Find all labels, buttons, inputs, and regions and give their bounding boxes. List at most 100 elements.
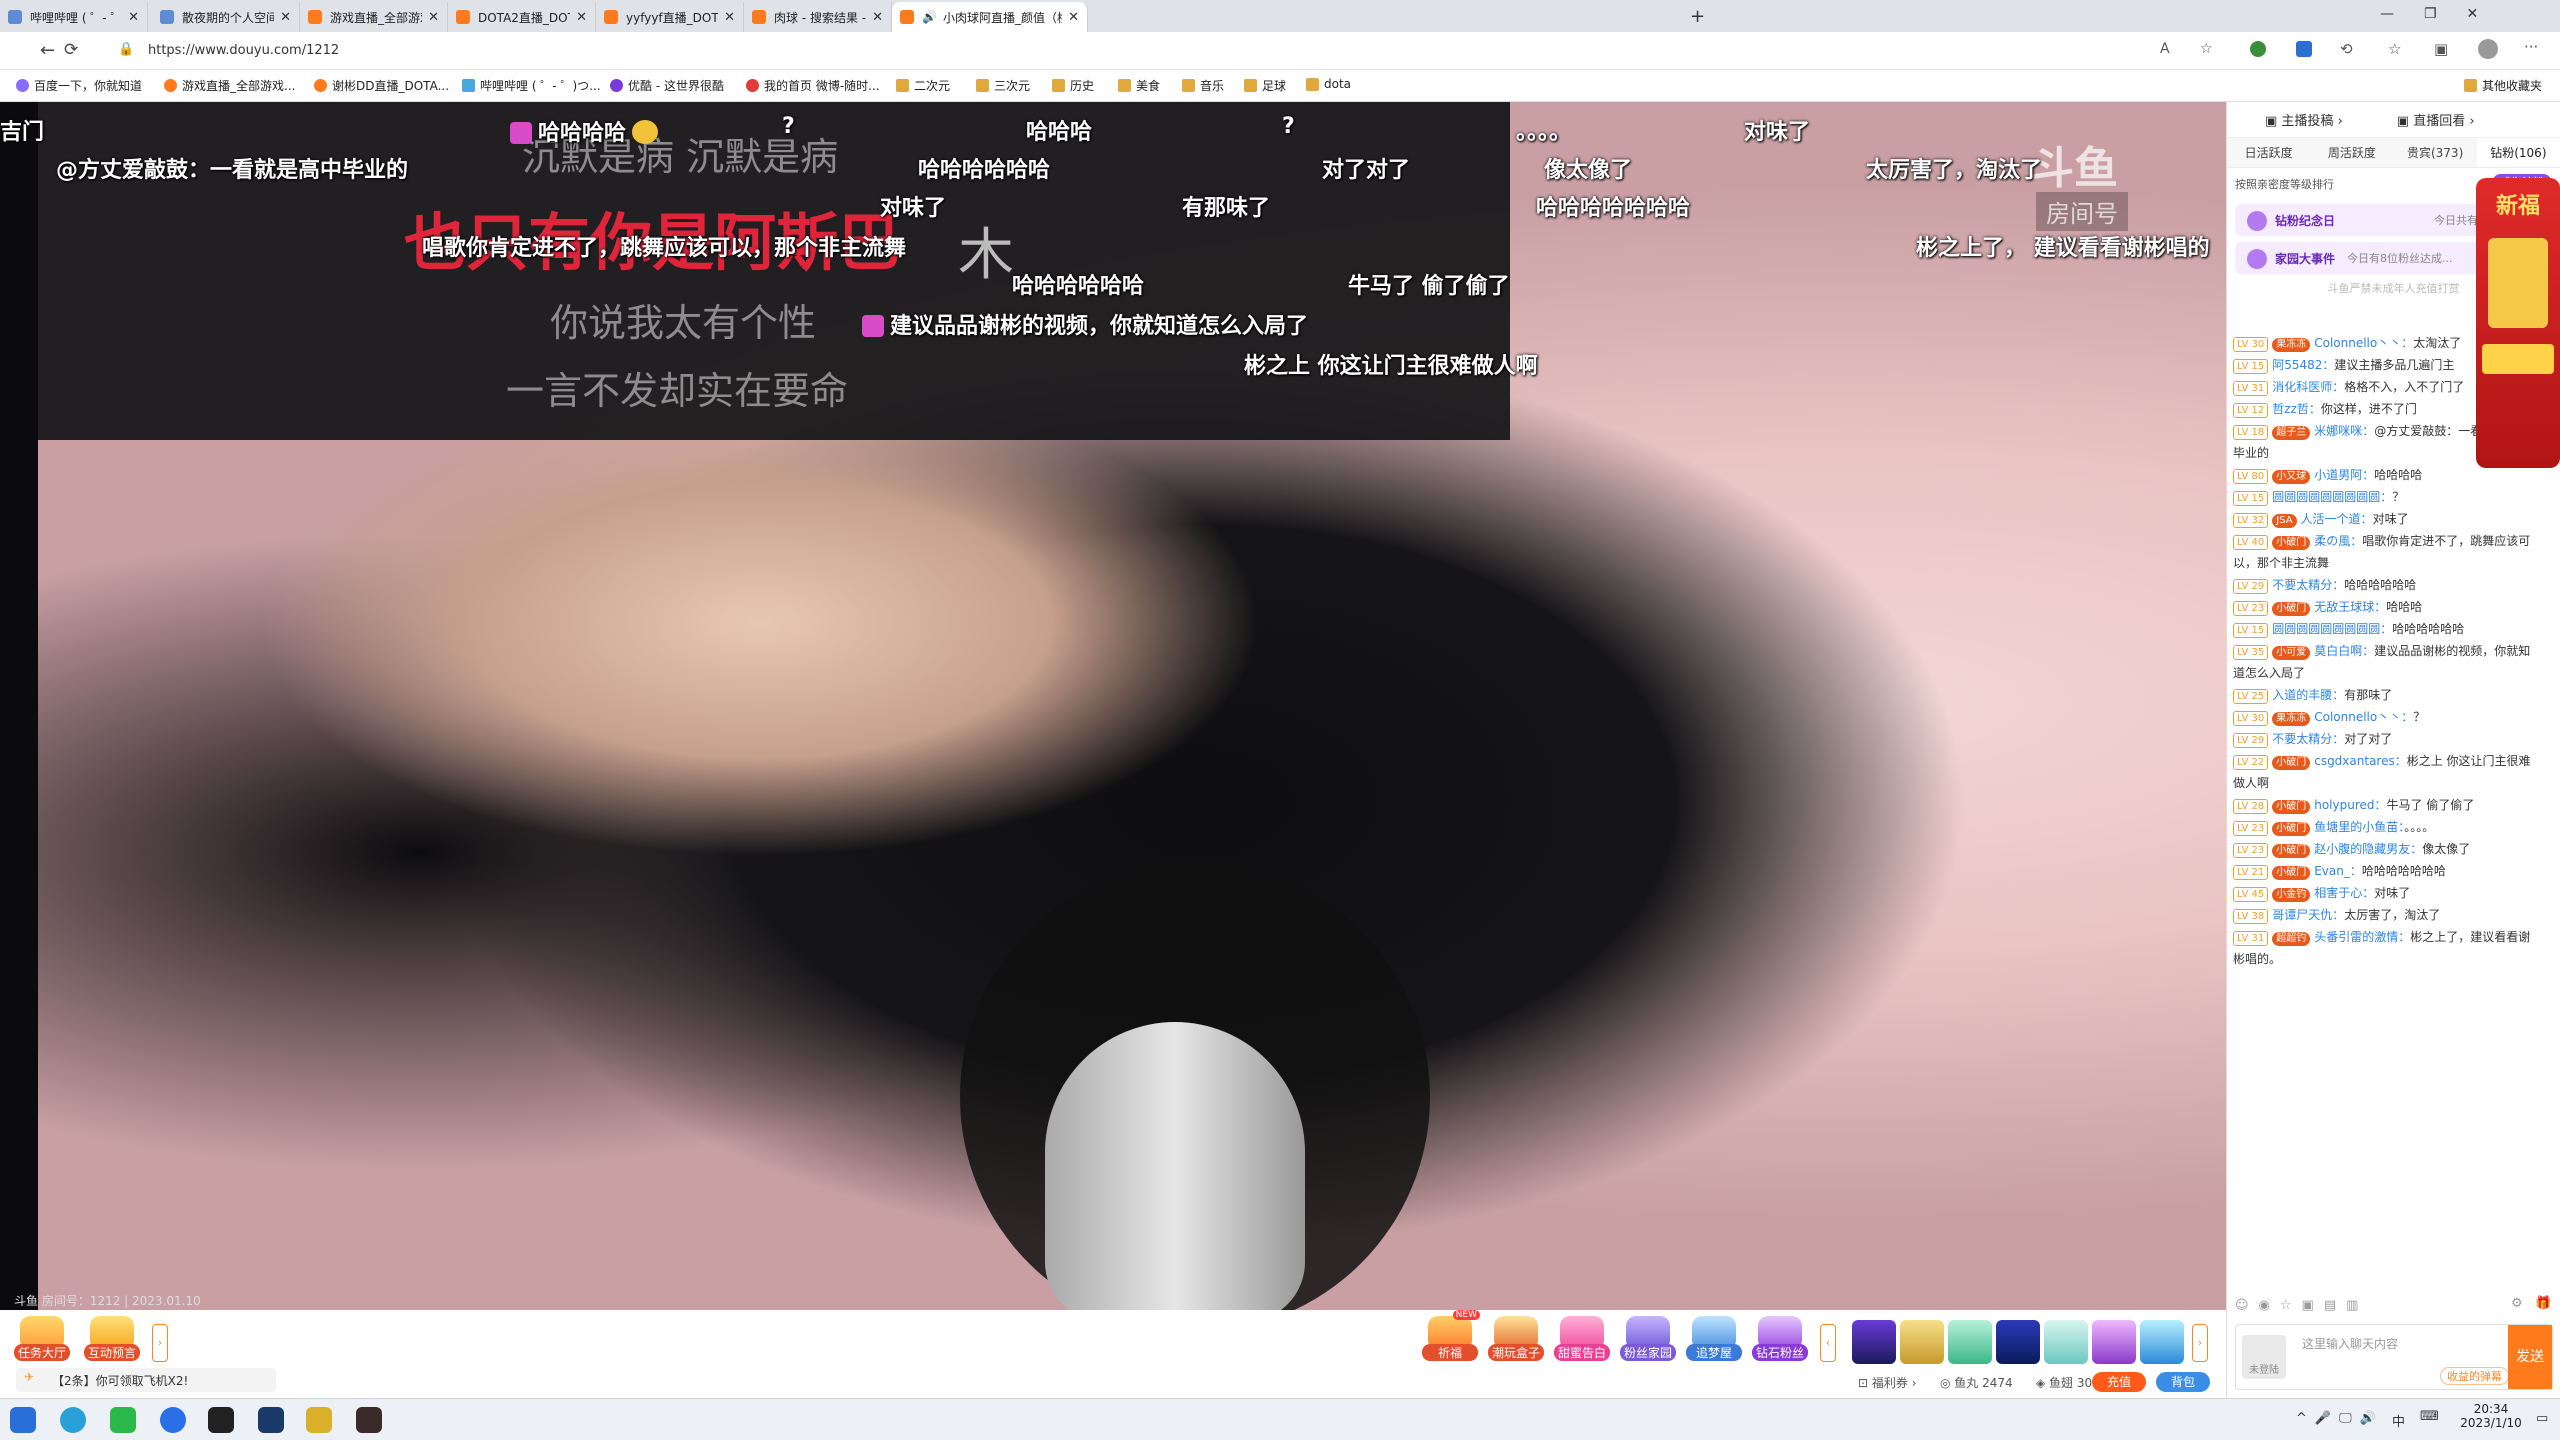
- keyboard-icon[interactable]: ⌨: [2420, 1409, 2439, 1424]
- lock-icon[interactable]: 🔒: [118, 42, 134, 57]
- browser-tab[interactable]: DOTA2直播_DOTA2直播解说视频 ✕: [448, 2, 596, 32]
- username[interactable]: 鱼塘里的小鱼苗：: [2314, 820, 2404, 834]
- fan-badge[interactable]: 果冻冻: [2272, 338, 2311, 352]
- username[interactable]: holypured：: [2314, 798, 2386, 812]
- contrib-link[interactable]: ▣ 主播投稿 ›: [2265, 110, 2343, 129]
- bookmark-folder[interactable]: 二次元: [896, 77, 950, 94]
- close-icon[interactable]: ✕: [128, 10, 139, 25]
- username[interactable]: 阿55482：: [2272, 358, 2334, 372]
- fan-badge[interactable]: 超子兰: [2272, 426, 2311, 440]
- start-icon[interactable]: [10, 1407, 36, 1433]
- fan-badge[interactable]: 小破门: [2272, 822, 2311, 836]
- tab-daily-active[interactable]: 日活跃度: [2227, 138, 2310, 167]
- game-icon[interactable]: [356, 1407, 382, 1433]
- new-year-ad-widget[interactable]: 新福: [2476, 178, 2560, 468]
- favorites-icon[interactable]: ☆: [2388, 40, 2401, 58]
- close-icon[interactable]: ✕: [724, 10, 735, 25]
- gift-icon[interactable]: 🎁: [2535, 1296, 2551, 1311]
- tail-barrage-button[interactable]: 收益的弹幕: [2440, 1367, 2509, 1385]
- steam-icon[interactable]: [258, 1407, 284, 1433]
- fan-badge[interactable]: 小破门: [2272, 602, 2311, 616]
- username[interactable]: 消化科医师：: [2272, 380, 2344, 394]
- fan-badge[interactable]: 小又球: [2272, 470, 2311, 484]
- chevron-right-icon[interactable]: ›: [152, 1324, 168, 1362]
- refresh-icon[interactable]: ⟳: [64, 40, 78, 60]
- bookmark-folder[interactable]: 历史: [1052, 77, 1094, 94]
- avatar[interactable]: 未登陆: [2242, 1335, 2286, 1379]
- bookmark-folder[interactable]: dota: [1306, 77, 1351, 91]
- tab-vip[interactable]: 贵宾(373): [2394, 138, 2477, 167]
- bookmark-folder[interactable]: 美食: [1118, 77, 1160, 94]
- fan-badge[interactable]: 小破门: [2272, 800, 2311, 814]
- gift-item[interactable]: [2044, 1320, 2088, 1364]
- browser-tab[interactable]: 哔哩哔哩 ( ゜- ゜)つロ 干杯~-bili ✕: [0, 2, 148, 32]
- read-aloud-icon[interactable]: A: [2160, 41, 2170, 57]
- favorite-add-icon[interactable]: ☆: [2200, 41, 2213, 57]
- chevron-left-icon[interactable]: ‹: [1820, 1324, 1836, 1362]
- bookmark-item[interactable]: 优酷 - 这世界很酷: [610, 77, 724, 94]
- fan-badge[interactable]: 小破门: [2272, 866, 2311, 880]
- close-icon[interactable]: ✕: [428, 10, 439, 25]
- bookmark-folder[interactable]: 足球: [1244, 77, 1286, 94]
- video-player[interactable]: 沉默是病 沉默是病 也只有你是阿斯巴 木 你说我太有个性 一言不发却实在要命 斗…: [0, 102, 2226, 1310]
- gift-item[interactable]: [1948, 1320, 1992, 1364]
- sync-icon[interactable]: ⟲: [2340, 40, 2353, 58]
- username[interactable]: Colonnello丶丶：: [2314, 336, 2413, 350]
- browser-tab[interactable]: 游戏直播_全部游戏直播_斗鱼直播 ✕: [300, 2, 448, 32]
- close-icon[interactable]: ✕: [280, 10, 291, 25]
- profile-avatar[interactable]: [2478, 39, 2498, 59]
- username[interactable]: Evan_：: [2314, 864, 2362, 878]
- chat-tools[interactable]: ☺◉☆▣▤▥: [2235, 1298, 2368, 1313]
- gift-button[interactable]: 甜蜜告白: [1554, 1316, 1610, 1368]
- bookmark-item[interactable]: 谢彬DD直播_DOTA...: [314, 77, 449, 94]
- bookmark-folder[interactable]: 三次元: [976, 77, 1030, 94]
- gift-item[interactable]: [1900, 1320, 1944, 1364]
- gift-button[interactable]: 祈福 NEW: [1422, 1310, 1480, 1368]
- username[interactable]: 入道的丰腰：: [2272, 688, 2344, 702]
- edge-icon[interactable]: [60, 1407, 86, 1433]
- gift-button[interactable]: 潮玩盒子: [1488, 1316, 1544, 1368]
- bookmark-folder[interactable]: 音乐: [1182, 77, 1224, 94]
- app-icon[interactable]: [208, 1407, 234, 1433]
- username[interactable]: csgdxantares：: [2314, 754, 2407, 768]
- gift-button[interactable]: 钻石粉丝: [1752, 1316, 1808, 1368]
- fan-badge[interactable]: 小破门: [2272, 844, 2311, 858]
- bookmark-folder-other[interactable]: 其他收藏夹: [2464, 77, 2542, 94]
- recharge-button[interactable]: 充值: [2092, 1372, 2146, 1392]
- close-icon[interactable]: ✕: [576, 10, 587, 25]
- collections-icon[interactable]: ▣: [2434, 40, 2448, 58]
- gift-item[interactable]: [1852, 1320, 1896, 1364]
- tab-weekly-active[interactable]: 周活跃度: [2310, 138, 2393, 167]
- username[interactable]: 不要太精分：: [2272, 578, 2344, 592]
- fan-badge[interactable]: JSA: [2272, 514, 2297, 528]
- fan-badge[interactable]: 果冻冻: [2272, 712, 2311, 726]
- fan-badge[interactable]: 小破门: [2272, 756, 2311, 770]
- extension-icon[interactable]: [2296, 41, 2312, 57]
- fan-badge[interactable]: 超超钓: [2272, 932, 2311, 946]
- username[interactable]: 人活一个道：: [2301, 512, 2373, 526]
- gift-item[interactable]: [2140, 1320, 2184, 1364]
- username[interactable]: 头番引雷的激情：: [2314, 930, 2410, 944]
- close-icon[interactable]: ✕: [872, 10, 883, 25]
- task-hall-button[interactable]: 任务大厅: [14, 1316, 70, 1368]
- chevron-right-icon[interactable]: ›: [2192, 1324, 2208, 1362]
- system-tray[interactable]: ^🎤🖵🔊: [2296, 1411, 2384, 1426]
- tab-diamond-fans[interactable]: 钻粉(106): [2476, 138, 2560, 167]
- clock[interactable]: 20:34 2023/1/10: [2456, 1402, 2526, 1430]
- wechat-icon[interactable]: [110, 1407, 136, 1433]
- replay-link[interactable]: ▣ 直播回看 ›: [2397, 110, 2475, 129]
- more-icon[interactable]: ···: [2524, 38, 2538, 56]
- browser-tab-active[interactable]: 🔊 小肉球阿直播_颜值（横屏） ✕: [892, 2, 1088, 32]
- username[interactable]: 哲zz哲：: [2272, 402, 2321, 416]
- notification-icon[interactable]: ▭: [2536, 1411, 2548, 1426]
- username[interactable]: 相害于心：: [2314, 886, 2374, 900]
- app-icon[interactable]: [306, 1407, 332, 1433]
- browser-tab[interactable]: yyfyyf直播_DOTA2直播_斗鱼直播 ✕: [596, 2, 744, 32]
- gift-item[interactable]: [1996, 1320, 2040, 1364]
- username[interactable]: 圆圆圆圆圆圆圆圆圆：: [2272, 490, 2392, 504]
- fan-badge[interactable]: 小金钓: [2272, 888, 2311, 902]
- browser-tab[interactable]: 散夜期的个人空间_哔哩哔哩_bili ✕: [152, 2, 300, 32]
- gift-button[interactable]: 粉丝家园: [1620, 1316, 1676, 1368]
- browser-tab[interactable]: 肉球 - 搜索结果 - 斗鱼直播 - 游戏 ✕: [744, 2, 892, 32]
- fan-badge[interactable]: 小可爱: [2272, 646, 2311, 660]
